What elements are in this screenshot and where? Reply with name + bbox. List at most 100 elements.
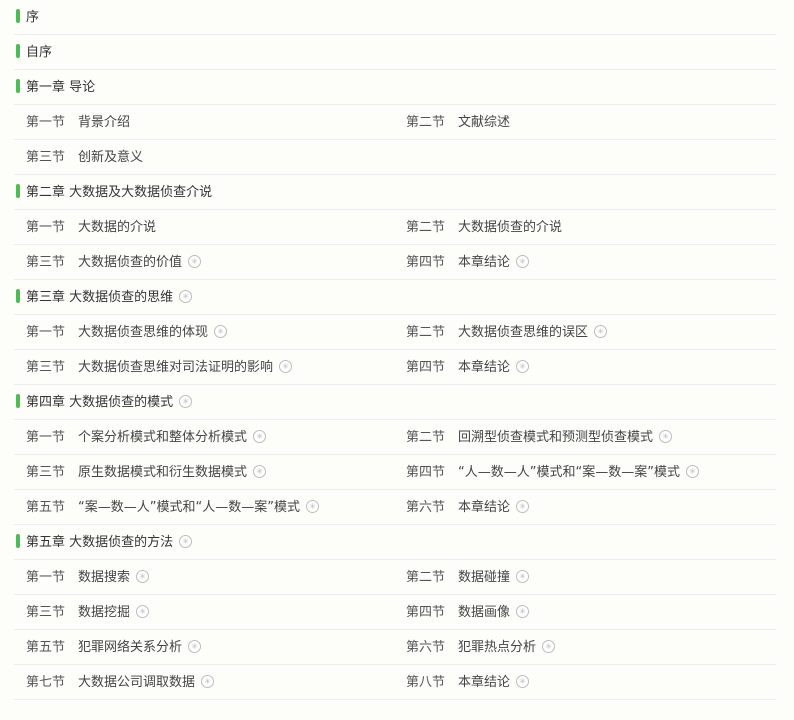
chapter-title[interactable]: 第二章 大数据及大数据侦查介说	[26, 175, 212, 210]
section-link[interactable]: 第二节 数据碰撞	[406, 560, 530, 595]
self-preface-link[interactable]: 自序	[26, 35, 52, 70]
section-link[interactable]: 第一节 大数据侦查思维的体现	[26, 315, 228, 350]
section-link[interactable]: 第三节 原生数据模式和衍生数据模式	[26, 455, 267, 490]
section-number: 第六节	[406, 500, 446, 515]
chapter-title[interactable]: 第五章 大数据侦查的方法	[26, 525, 193, 560]
section-title: “案—数—人”模式和“人—数—案”模式	[78, 500, 300, 515]
section-link[interactable]: 第六节 犯罪热点分析	[406, 630, 556, 665]
section-number: 第一节	[26, 325, 66, 340]
section-title: 原生数据模式和衍生数据模式	[78, 465, 248, 480]
lock-icon	[179, 395, 193, 408]
chapter-marker	[16, 394, 20, 408]
section-number: 第八节	[406, 675, 446, 690]
section-link[interactable]: 第三节 数据挖掘	[26, 595, 150, 630]
section-number: 第三节	[26, 605, 66, 620]
section-link[interactable]: 第二节 回溯型侦查模式和预测型侦查模式	[406, 420, 673, 455]
lock-icon	[188, 255, 202, 268]
lock-icon	[516, 570, 530, 583]
section-number: 第一节	[26, 220, 66, 235]
section-title: 回溯型侦查模式和预测型侦查模式	[458, 430, 654, 445]
lock-icon	[179, 290, 193, 303]
section-title: 犯罪热点分析	[458, 640, 537, 655]
chapter-row[interactable]: 第二章 大数据及大数据侦查介说	[14, 175, 776, 210]
section-number: 第三节	[26, 360, 66, 375]
section-row: 第五节犯罪网络关系分析 第六节犯罪热点分析	[14, 630, 776, 665]
section-title: 数据碰撞	[458, 570, 511, 585]
lock-icon	[516, 255, 530, 268]
section-row: 第三节大数据侦查思维对司法证明的影响 第四节本章结论	[14, 350, 776, 385]
toc-preface-row[interactable]: 序	[14, 0, 776, 35]
lock-icon	[179, 535, 193, 548]
section-link[interactable]: 第四节 “人—数—人”模式和“案—数—案”模式	[406, 455, 699, 490]
chapter-row[interactable]: 第五章 大数据侦查的方法	[14, 525, 776, 560]
section-number: 第二节	[406, 430, 446, 445]
lock-icon	[214, 325, 228, 338]
chapter-row[interactable]: 第三章 大数据侦查的思维	[14, 280, 776, 315]
section-link[interactable]: 第三节 大数据侦查思维对司法证明的影响	[26, 350, 293, 385]
chapter-marker	[16, 9, 20, 23]
section-row: 第一节数据搜索 第二节数据碰撞	[14, 560, 776, 595]
section-link[interactable]: 第七节 大数据公司调取数据	[26, 665, 215, 700]
lock-icon	[516, 605, 530, 618]
chapter-title-text: 第二章 大数据及大数据侦查介说	[26, 185, 213, 200]
section-link[interactable]: 第二节 大数据侦查的介说	[406, 210, 562, 245]
section-title: 大数据侦查思维的误区	[458, 325, 589, 340]
section-number: 第四节	[406, 605, 446, 620]
lock-icon	[201, 675, 215, 688]
chapter-marker	[16, 184, 20, 198]
preface-link[interactable]: 序	[26, 0, 39, 35]
section-title: 大数据侦查的介说	[458, 220, 563, 235]
section-link[interactable]: 第三节 大数据侦查的价值	[26, 245, 202, 280]
chapter-row[interactable]: 第一章 导论	[14, 70, 776, 105]
chapter-marker	[16, 79, 20, 93]
section-link[interactable]: 第一节 大数据的介说	[26, 210, 156, 245]
section-title: 数据画像	[458, 605, 511, 620]
section-title: 本章结论	[458, 675, 511, 690]
section-link[interactable]: 第四节 数据画像	[406, 595, 530, 630]
section-number: 第一节	[26, 115, 66, 130]
section-link[interactable]: 第一节 数据搜索	[26, 560, 150, 595]
section-title: 文献综述	[458, 115, 511, 130]
chapter-row[interactable]: 第四章 大数据侦查的模式	[14, 385, 776, 420]
section-link[interactable]: 第六节 本章结论	[406, 490, 530, 525]
section-link[interactable]: 第五节 “案—数—人”模式和“人—数—案”模式	[26, 490, 319, 525]
section-link[interactable]: 第三节 创新及意义	[26, 140, 143, 175]
toc-self-preface-row[interactable]: 自序	[14, 35, 776, 70]
section-link[interactable]: 第四节 本章结论	[406, 350, 530, 385]
section-link[interactable]: 第八节 本章结论	[406, 665, 530, 700]
section-link[interactable]: 第四节 本章结论	[406, 245, 530, 280]
section-number: 第七节	[26, 675, 66, 690]
lock-icon	[516, 360, 530, 373]
section-link[interactable]: 第一节 背景介绍	[26, 105, 130, 140]
section-number: 第二节	[406, 570, 446, 585]
chapter-marker	[16, 534, 20, 548]
section-number: 第五节	[26, 640, 66, 655]
chapter-title[interactable]: 第一章 导论	[26, 70, 95, 105]
section-row: 第三节数据挖掘 第四节数据画像	[14, 595, 776, 630]
lock-icon	[516, 675, 530, 688]
section-number: 第四节	[406, 465, 446, 480]
section-number: 第四节	[406, 255, 446, 270]
section-title: 本章结论	[458, 360, 511, 375]
section-number: 第五节	[26, 500, 66, 515]
lock-icon	[136, 570, 150, 583]
chapter-title[interactable]: 第三章 大数据侦查的思维	[26, 280, 193, 315]
section-number: 第二节	[406, 115, 446, 130]
section-number: 第四节	[406, 360, 446, 375]
section-link[interactable]: 第二节 文献综述	[406, 105, 510, 140]
chapter-title[interactable]: 第四章 大数据侦查的模式	[26, 385, 193, 420]
section-link[interactable]: 第一节 个案分析模式和整体分析模式	[26, 420, 267, 455]
chapter-title-text: 第三章 大数据侦查的思维	[26, 290, 174, 305]
section-row: 第一节 背景介绍 第二节 文献综述	[14, 105, 776, 140]
lock-icon	[659, 430, 673, 443]
section-title: 个案分析模式和整体分析模式	[78, 430, 248, 445]
section-title: 大数据的介说	[78, 220, 157, 235]
section-number: 第二节	[406, 325, 446, 340]
section-link[interactable]: 第二节 大数据侦查思维的误区	[406, 315, 608, 350]
section-title: 本章结论	[458, 255, 511, 270]
section-number: 第一节	[26, 430, 66, 445]
section-link[interactable]: 第五节 犯罪网络关系分析	[26, 630, 202, 665]
section-title: 背景介绍	[78, 115, 131, 130]
chapter-marker	[16, 44, 20, 58]
section-row: 第一节大数据侦查思维的体现 第二节大数据侦查思维的误区	[14, 315, 776, 350]
